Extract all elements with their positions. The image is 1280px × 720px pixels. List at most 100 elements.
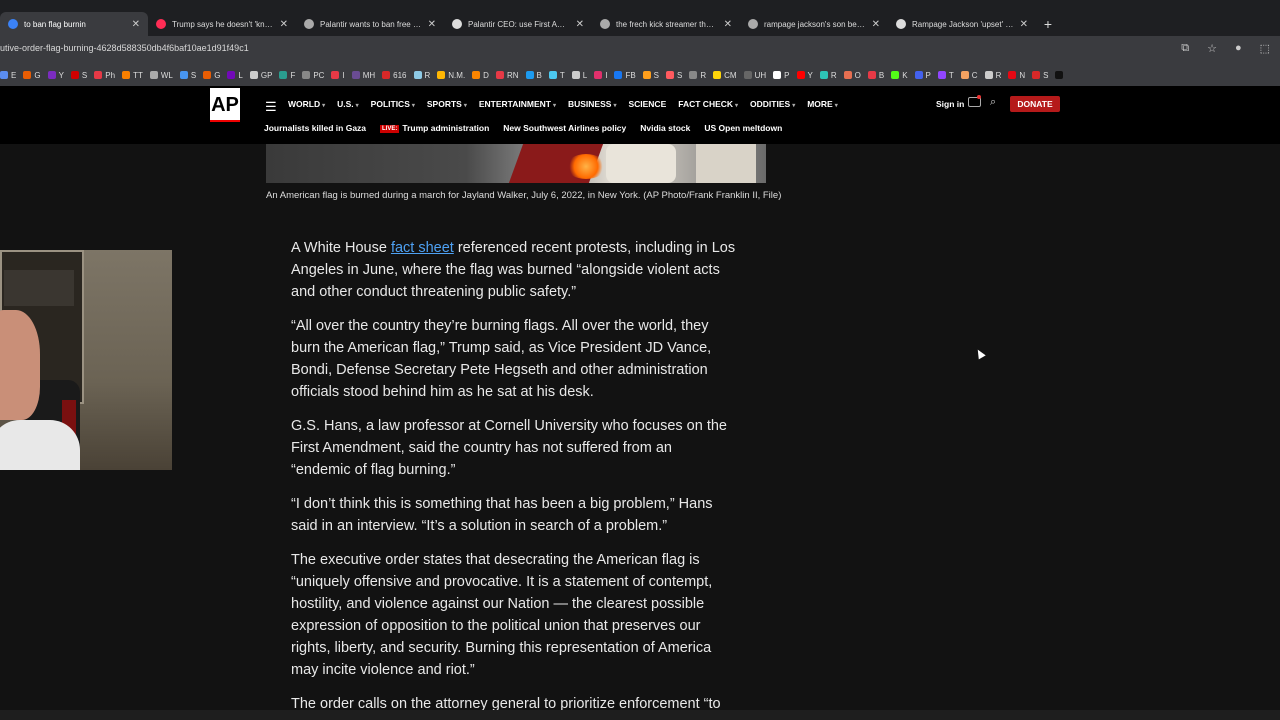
nav-item[interactable]: BUSINESS ▾ [568, 99, 616, 109]
bookmark-item[interactable]: G [23, 70, 41, 80]
trending-link[interactable]: Nvidia stock [640, 123, 690, 133]
bookmark-item[interactable]: T [937, 71, 954, 80]
bookmark-favicon-icon [1055, 71, 1064, 79]
bookmark-favicon-icon [227, 71, 236, 79]
bookmark-item[interactable]: G [203, 71, 220, 80]
bookmark-item[interactable]: K [891, 71, 908, 80]
bookmark-item[interactable]: Y [796, 71, 813, 80]
bookmark-item[interactable]: R [413, 71, 430, 80]
bookmark-item[interactable]: L [227, 71, 243, 80]
browser-tab[interactable]: Trump says he doesn't 'know' if ✕ [148, 12, 296, 36]
bookmark-label: L [582, 70, 588, 80]
webcam-person-shirt [0, 420, 80, 470]
trending-bar: Journalists killed in Gaza LIVE: Trump adm… [264, 123, 782, 133]
bookmark-item[interactable]: S [70, 71, 87, 80]
bookmark-item[interactable]: P [773, 70, 790, 80]
nav-item[interactable]: SPORTS ▾ [427, 99, 467, 109]
bookmark-label: G [34, 70, 41, 80]
nav-item[interactable]: POLITICS ▾ [371, 99, 415, 109]
bookmark-item[interactable]: R [689, 71, 706, 80]
bookmark-item[interactable]: N [1008, 71, 1025, 80]
bookmark-item[interactable]: B [867, 71, 884, 80]
bookmark-item[interactable]: P [914, 71, 931, 80]
bookmark-item[interactable]: Ph [94, 71, 115, 80]
bookmark-item[interactable]: TT [122, 71, 143, 80]
fact-sheet-link[interactable]: fact sheet [391, 240, 454, 256]
bookmark-item[interactable]: PC [302, 71, 324, 80]
bookmark-label: N.M. [448, 70, 466, 80]
trending-link[interactable]: New Southwest Airlines policy [503, 123, 626, 133]
nav-item[interactable]: U.S. ▾ [337, 99, 359, 109]
nav-item[interactable]: ODDITIES ▾ [750, 99, 795, 109]
close-tab-icon[interactable]: ✕ [428, 19, 436, 30]
bookmark-item[interactable]: CM [713, 71, 737, 80]
trending-link[interactable]: US Open meltdown [704, 123, 782, 133]
bookmark-item[interactable]: C [960, 71, 978, 80]
bookmark-item[interactable]: R [819, 71, 837, 80]
address-bar[interactable]: utive-order-flag-burning-4628d588350db4f… [0, 36, 1280, 64]
close-tab-icon[interactable]: ✕ [576, 19, 584, 30]
bookmark-item[interactable]: I [331, 71, 345, 80]
nav-item[interactable]: MORE ▾ [807, 99, 838, 109]
close-tab-icon[interactable]: ✕ [280, 19, 288, 30]
browser-tab[interactable]: to ban flag burnin ✕ [0, 12, 148, 36]
sign-in-link[interactable]: Sign in [936, 99, 964, 109]
bookmark-item[interactable]: S [179, 71, 196, 80]
bookmark-item[interactable]: B [525, 71, 542, 80]
donate-button[interactable]: DONATE [1010, 96, 1060, 112]
bookmark-item[interactable]: WL [149, 71, 173, 80]
ap-logo[interactable]: AP [210, 88, 240, 122]
bookmark-favicon-icon [525, 71, 534, 79]
bookmark-item[interactable]: S [642, 71, 659, 80]
trending-link[interactable]: Journalists killed in Gaza [264, 123, 366, 133]
search-icon[interactable]: ⌕ [990, 96, 996, 109]
bookmark-item[interactable]: S [1032, 71, 1048, 80]
browser-tab[interactable]: rampage jackson's son beat a u ✕ [740, 12, 888, 36]
paragraph-5: The executive order states that desecrat… [291, 552, 713, 678]
extensions-puzzle-icon[interactable]: ⬚ [1260, 42, 1270, 55]
close-tab-icon[interactable]: ✕ [724, 19, 732, 30]
nav-item[interactable]: SCIENCE [628, 99, 666, 109]
new-tab-button[interactable]: + [1036, 12, 1060, 36]
trending-link[interactable]: LIVE: Trump administration [380, 123, 489, 133]
nav-item[interactable]: FACT CHECK ▾ [678, 99, 738, 109]
browser-tab[interactable]: Palantir wants to ban free speech ✕ [296, 12, 444, 36]
bookmark-label: P [784, 70, 790, 80]
browser-tab[interactable]: Palantir CEO: use First Amendm ✕ [444, 12, 592, 36]
bookmark-item[interactable]: T [548, 71, 565, 80]
bookmark-item[interactable]: FB [614, 71, 636, 80]
install-app-icon[interactable]: ⧉ [1181, 42, 1189, 55]
close-tab-icon[interactable]: ✕ [132, 19, 140, 30]
bookmark-item[interactable]: N.M. [437, 71, 465, 80]
ap-logo-underline [210, 120, 240, 122]
chevron-down-icon: ▾ [613, 103, 617, 109]
bookmark-item[interactable]: D [472, 71, 489, 80]
bookmark-favicon-icon [94, 71, 103, 79]
bookmark-item[interactable]: S [666, 71, 682, 80]
bookmark-item[interactable]: RN [495, 71, 519, 80]
bookmark-item[interactable]: I [594, 71, 607, 80]
bookmark-item[interactable]: MH [351, 70, 376, 80]
bookmark-item[interactable]: Y [47, 71, 64, 80]
close-tab-icon[interactable]: ✕ [1020, 19, 1028, 30]
browser-tab[interactable]: the frech kick streamer that mu ✕ [592, 12, 740, 36]
bookmark-item[interactable]: F [279, 71, 295, 80]
bookmark-item[interactable]: 616 [382, 71, 407, 80]
bookmark-label: MH [362, 70, 376, 80]
bookmark-item[interactable]: UH [743, 71, 766, 80]
hamburger-menu-icon[interactable]: ☰ [265, 99, 277, 115]
bookmark-item[interactable] [1055, 71, 1066, 79]
paragraph-2: “All over the country they’re burning fl… [291, 318, 712, 400]
close-tab-icon[interactable]: ✕ [872, 19, 880, 30]
bookmark-item[interactable]: L [571, 70, 588, 80]
browser-tab[interactable]: Rampage Jackson 'upset' after ✕ [888, 12, 1036, 36]
nav-item[interactable]: ENTERTAINMENT ▾ [479, 99, 556, 109]
bookmark-item[interactable]: R [984, 71, 1001, 80]
url-text[interactable]: utive-order-flag-burning-4628d588350db4f… [0, 43, 249, 53]
bookmark-star-icon[interactable]: ☆ [1207, 42, 1217, 55]
bookmark-item[interactable]: O [843, 71, 861, 80]
bookmark-item[interactable]: GP [249, 71, 272, 80]
bookmark-item[interactable]: E [0, 71, 16, 80]
extension-icon[interactable]: ● [1235, 42, 1242, 55]
nav-item[interactable]: WORLD ▾ [288, 99, 325, 109]
